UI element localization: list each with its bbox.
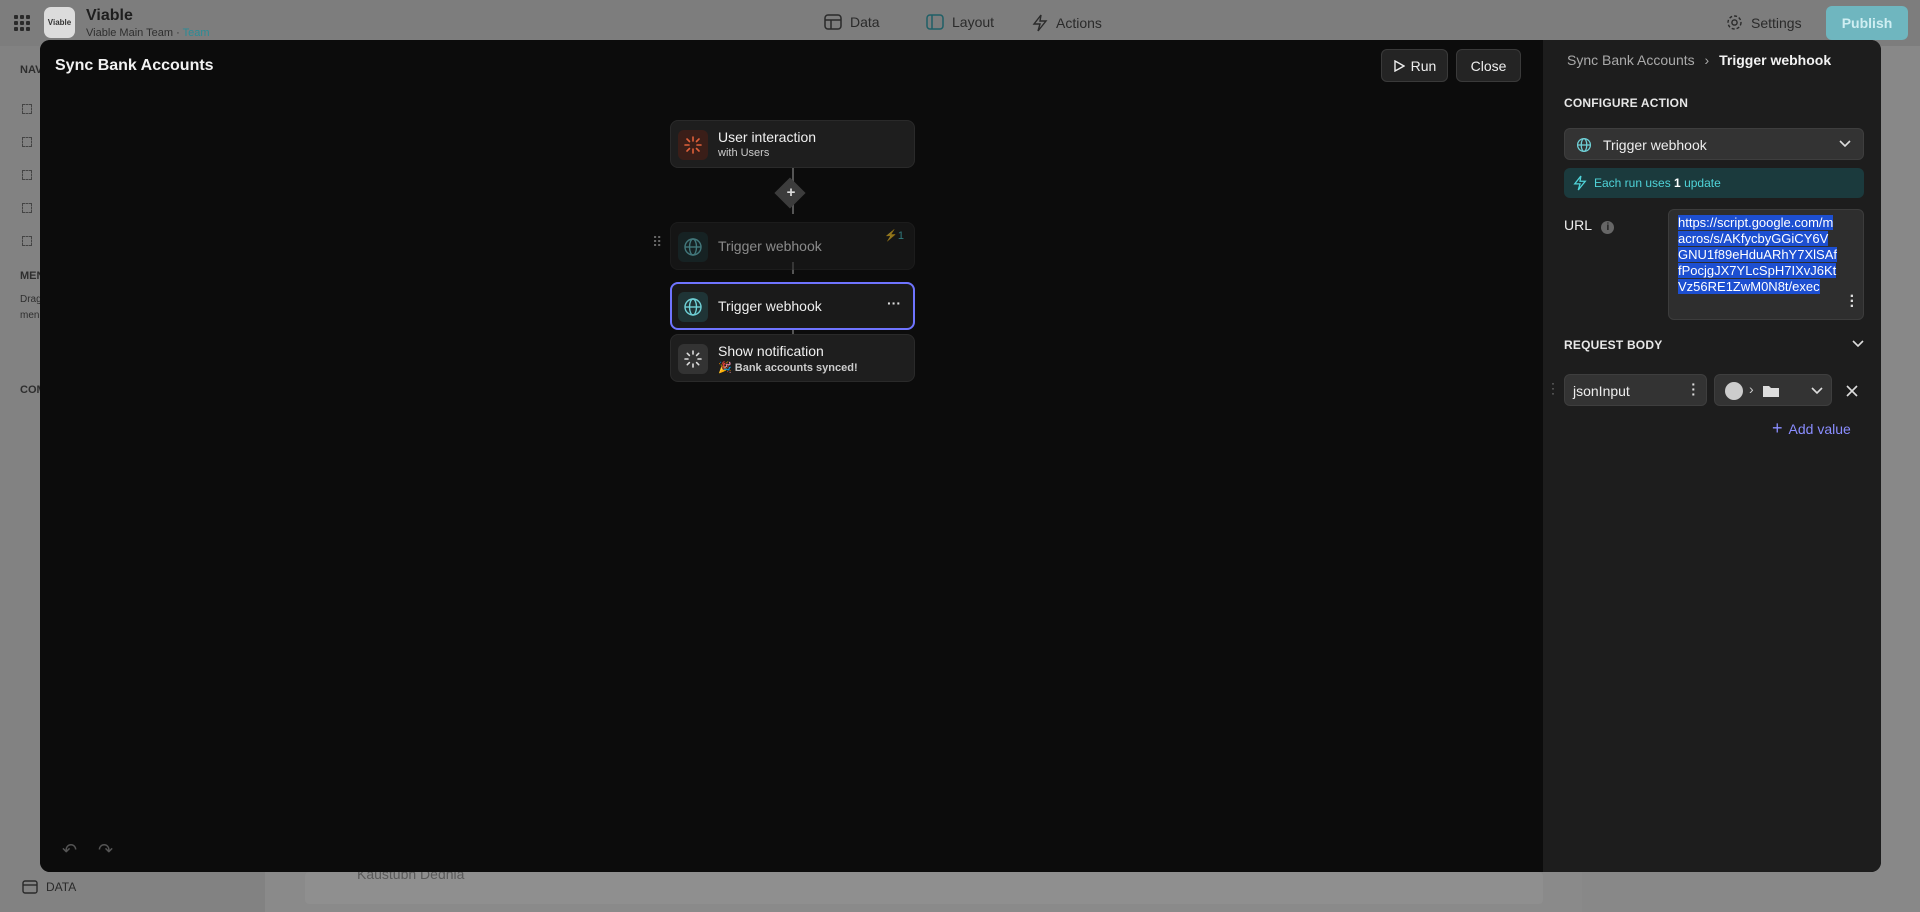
folder-icon (1763, 386, 1779, 397)
team-link[interactable]: Team (183, 27, 210, 39)
redo-icon[interactable]: ↷ (98, 840, 113, 861)
add-value-label: Add value (1788, 420, 1851, 437)
chevron-down-icon (1811, 387, 1823, 395)
flow-node-user-interaction[interactable]: User interaction with Users (670, 120, 915, 168)
apps-grid-icon[interactable] (14, 15, 30, 31)
workflow-canvas[interactable]: Sync Bank Accounts Run Close + User inte… (40, 40, 1543, 872)
plus-icon: + (1772, 418, 1783, 438)
user-avatar-icon (1725, 382, 1743, 400)
table-icon (824, 14, 842, 30)
chevron-right-icon: › (1749, 381, 1754, 397)
chevron-down-icon[interactable] (1852, 340, 1864, 348)
url-options-icon[interactable]: · · · (1850, 289, 1855, 315)
configure-action-heading: CONFIGURE ACTION (1564, 96, 1689, 110)
info-icon[interactable]: i (1601, 221, 1615, 234)
url-label-text: URL (1564, 217, 1592, 233)
app-logo: Viable (44, 7, 75, 38)
chevron-down-icon (1839, 140, 1851, 148)
nav-item[interactable] (22, 137, 32, 147)
nav-data[interactable]: Data (824, 14, 880, 30)
run-label: Run (1410, 57, 1437, 74)
data-tab-label: DATA (46, 880, 77, 894)
node-subtitle: 🎉 Bank accounts synced! (718, 362, 858, 374)
breadcrumb-parent[interactable]: Sync Bank Accounts (1567, 52, 1695, 68)
config-panel: Sync Bank Accounts › Trigger webhook CON… (1543, 40, 1881, 872)
undo-icon[interactable]: ↶ (62, 840, 77, 861)
usage-info-banner: Each run uses 1 update (1564, 168, 1864, 198)
key-options-icon[interactable]: · · · (1691, 377, 1696, 401)
url-label: URL i (1564, 217, 1615, 234)
nav-data-label: Data (850, 14, 880, 30)
lightning-icon (1032, 14, 1048, 32)
settings-button[interactable]: Settings (1726, 14, 1802, 31)
globe-icon (678, 232, 708, 262)
usage-info-text: Each run uses 1 update (1594, 176, 1721, 190)
table-icon (22, 880, 38, 894)
nav-actions-label: Actions (1056, 15, 1102, 31)
flow-node-trigger-webhook-selected[interactable]: Trigger webhook ··· (670, 282, 915, 330)
gear-icon (1727, 15, 1742, 30)
workflow-modal: Sync Bank Accounts Run Close + User inte… (40, 40, 1881, 872)
request-body-heading: REQUEST BODY (1564, 338, 1663, 352)
body-key-value: jsonInput (1573, 383, 1630, 399)
loader-icon (678, 344, 708, 374)
node-title: User interaction (718, 129, 817, 145)
data-tab[interactable]: DATA (22, 880, 76, 894)
lightning-icon (1573, 175, 1587, 191)
url-selected-text: https://script.google.com/macros/s/AKfyc… (1678, 215, 1837, 294)
run-button[interactable]: Run (1381, 49, 1448, 82)
update-count-badge: ⚡1 (884, 230, 904, 242)
spark-icon (678, 130, 708, 160)
flow-node-trigger-webhook-ghost[interactable]: Trigger webhook ⚡1 (670, 222, 915, 270)
action-select[interactable]: Trigger webhook (1564, 128, 1864, 160)
usage-suffix: update (1680, 176, 1721, 190)
body-value-picker[interactable]: › (1714, 374, 1832, 406)
app-title: Viable (86, 7, 133, 24)
publish-button[interactable]: Publish (1826, 6, 1908, 40)
menu-description-line2: men (20, 310, 40, 321)
breadcrumb-current: Trigger webhook (1719, 52, 1832, 68)
flow-node-show-notification[interactable]: Show notification 🎉 Bank accounts synced… (670, 334, 915, 382)
workflow-title: Sync Bank Accounts (55, 57, 214, 74)
nav-item[interactable] (22, 104, 32, 114)
node-title: Trigger webhook (718, 238, 822, 254)
nav-item[interactable] (22, 203, 32, 213)
more-options-icon[interactable]: ··· (887, 295, 901, 311)
globe-icon (678, 292, 708, 322)
nav-item[interactable] (22, 170, 32, 180)
menu-description-line1: Drag (20, 294, 42, 305)
plus-icon: + (786, 184, 796, 201)
url-input[interactable]: https://script.google.com/macros/s/AKfyc… (1668, 209, 1864, 320)
team-name: Viable Main Team (86, 27, 174, 39)
usage-count: 1 (1674, 176, 1681, 190)
breadcrumb-separator: › (1704, 52, 1710, 68)
play-icon (1393, 59, 1405, 72)
nav-layout-label: Layout (952, 14, 995, 30)
close-icon[interactable] (1846, 385, 1858, 397)
body-key-input[interactable]: jsonInput · · · (1564, 374, 1707, 406)
add-value-button[interactable]: + Add value (1772, 418, 1851, 439)
usage-prefix: Each run uses (1594, 176, 1675, 190)
url-value: https://script.google.com/macros/s/AKfyc… (1678, 215, 1838, 295)
nav-layout[interactable]: Layout (926, 14, 994, 30)
team-label: Viable Main Team · Team (86, 27, 210, 39)
node-title: Trigger webhook (718, 298, 822, 314)
globe-icon (1576, 137, 1592, 153)
settings-label: Settings (1751, 14, 1802, 31)
node-subtitle: with Users (718, 147, 770, 159)
row-drag-handle-icon[interactable]: · · · (1551, 377, 1555, 399)
action-select-value: Trigger webhook (1603, 137, 1707, 153)
nav-actions[interactable]: Actions (1032, 14, 1102, 32)
breadcrumb: Sync Bank Accounts › Trigger webhook (1567, 52, 1831, 68)
badge-value: 1 (897, 230, 904, 242)
nav-item[interactable] (22, 236, 32, 246)
node-title: Show notification (718, 343, 824, 359)
drag-handle-icon[interactable]: ⠿ (652, 234, 662, 251)
bottom-record-bar (305, 872, 1543, 904)
layout-icon (926, 14, 944, 30)
close-button[interactable]: Close (1456, 49, 1521, 82)
